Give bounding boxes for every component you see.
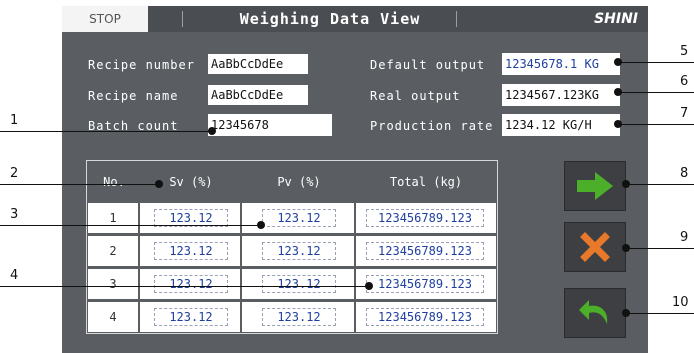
sv-cell: 123.12 [140, 203, 242, 233]
sv-value[interactable]: 123.12 [154, 242, 228, 260]
callout-dot-2 [155, 180, 163, 188]
callout-dot-7 [614, 120, 622, 128]
callout-line-3 [0, 225, 262, 226]
back-button[interactable] [564, 288, 626, 338]
sv-cell: 123.12 [140, 269, 242, 299]
callout-dot-1 [208, 127, 216, 135]
callout-line-9 [624, 248, 694, 249]
callout-line-7 [616, 124, 694, 125]
callout-dot-9 [622, 244, 630, 252]
batch-count-field[interactable]: 12345678 [208, 114, 332, 136]
callout-dot-6 [614, 88, 622, 96]
callout-line-10 [624, 313, 694, 314]
callout-number-4: 4 [10, 268, 19, 283]
row-no: 2 [88, 236, 140, 266]
table-row: 4 123.12 123.12 123456789.123 [88, 302, 496, 332]
default-output-field[interactable]: 12345678.1 KG [502, 53, 620, 75]
total-value: 123456789.123 [366, 275, 484, 293]
real-output-field: 1234567.123KG [502, 84, 620, 106]
total-cell: 123456789.123 [356, 203, 496, 233]
callout-dot-5 [614, 58, 622, 66]
sv-cell: 123.12 [140, 236, 242, 266]
right-arrow-icon [577, 172, 613, 200]
next-page-button[interactable] [564, 161, 626, 211]
clear-button[interactable] [564, 222, 626, 272]
callout-dot-8 [622, 180, 630, 188]
row-no: 4 [88, 302, 140, 332]
table-row: 3 123.12 123.12 123456789.123 [88, 269, 496, 299]
recipe-number-field[interactable]: AaBbCcDdEe [208, 54, 308, 74]
x-icon [580, 232, 610, 262]
table-row: 1 123.12 123.12 123456789.123 [88, 203, 496, 233]
sv-value[interactable]: 123.12 [154, 275, 228, 293]
total-value: 123456789.123 [366, 209, 484, 227]
pv-cell: 123.12 [242, 302, 356, 332]
header-no: No. [103, 175, 125, 189]
page-title: Weighing Data View [239, 10, 421, 28]
total-cell: 123456789.123 [356, 302, 496, 332]
callout-line-6 [616, 92, 694, 93]
row-no: 3 [88, 269, 140, 299]
real-output-label: Real output [370, 89, 461, 103]
recipe-number-label: Recipe number [88, 58, 195, 72]
callout-dot-3 [257, 221, 265, 229]
callout-number-10: 10 [672, 295, 689, 310]
total-cell: 123456789.123 [356, 236, 496, 266]
pv-cell: 123.12 [242, 236, 356, 266]
callout-number-9: 9 [680, 230, 689, 245]
callout-number-6: 6 [680, 74, 689, 89]
sv-cell: 123.12 [140, 302, 242, 332]
total-cell: 123456789.123 [356, 269, 496, 299]
total-value: 123456789.123 [366, 308, 484, 326]
recipe-name-label: Recipe name [88, 89, 179, 103]
brand-logo: SHINI [594, 11, 638, 27]
recipe-name-field[interactable]: AaBbCcDdEe [208, 85, 308, 105]
callout-number-2: 2 [10, 166, 19, 181]
callout-number-3: 3 [10, 207, 19, 222]
callout-line-1 [0, 131, 214, 132]
total-value: 123456789.123 [366, 242, 484, 260]
pv-value: 123.12 [262, 242, 336, 260]
title-separator-right [456, 11, 457, 27]
sv-value[interactable]: 123.12 [154, 308, 228, 326]
default-output-label: Default output [370, 58, 486, 72]
callout-line-5 [616, 62, 694, 63]
stop-button[interactable]: STOP [62, 6, 148, 32]
production-rate-label: Production rate [370, 119, 494, 133]
pv-value: 123.12 [262, 209, 336, 227]
callout-number-5: 5 [680, 44, 689, 59]
production-rate-field: 1234.12 KG/H [502, 114, 620, 136]
row-no: 1 [88, 203, 140, 233]
header-total: Total (kg) [389, 175, 463, 189]
pv-value: 123.12 [262, 308, 336, 326]
callout-number-1: 1 [10, 113, 19, 128]
return-arrow-icon [579, 300, 608, 324]
callout-line-4 [0, 286, 370, 287]
header-pv: Pv (%) [277, 175, 321, 189]
callout-dot-10 [622, 309, 630, 317]
callout-line-2 [0, 184, 160, 185]
pv-cell: 123.12 [242, 269, 356, 299]
callout-dot-4 [365, 282, 373, 290]
table-row: 2 123.12 123.12 123456789.123 [88, 236, 496, 266]
callout-number-7: 7 [680, 106, 689, 121]
callout-line-8 [624, 184, 694, 185]
callout-number-8: 8 [680, 166, 689, 181]
pv-value: 123.12 [262, 275, 336, 293]
